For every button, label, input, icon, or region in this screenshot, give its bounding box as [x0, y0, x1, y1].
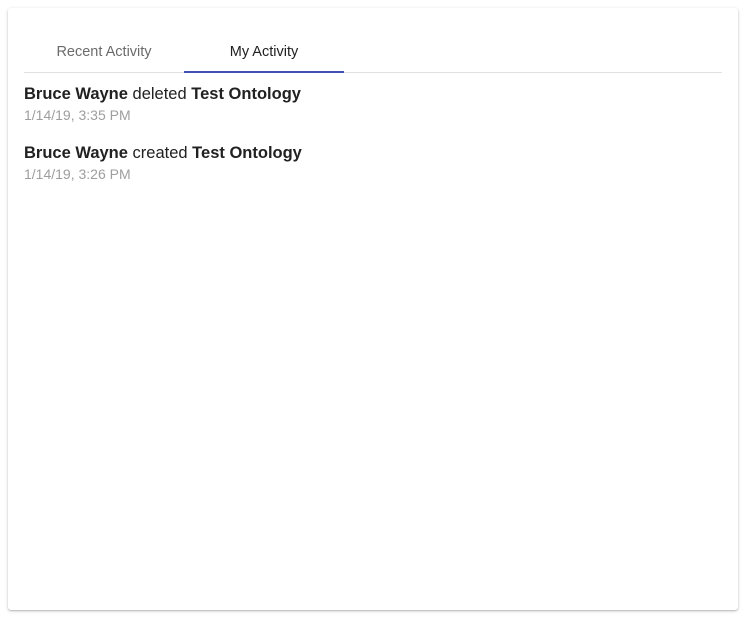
activity-action: deleted: [132, 85, 187, 103]
list-item: Bruce Wayne created Test Ontology 1/14/1…: [24, 141, 722, 200]
activity-tabs: Recent Activity My Activity: [24, 32, 722, 73]
tab-recent-activity[interactable]: Recent Activity: [24, 32, 184, 72]
activity-user: Bruce Wayne: [24, 144, 128, 162]
tab-my-activity[interactable]: My Activity: [184, 32, 344, 73]
activity-timestamp: 1/14/19, 3:26 PM: [24, 166, 131, 182]
activity-target: Test Ontology: [191, 85, 301, 103]
activity-action: created: [132, 144, 188, 162]
activity-timestamp: 1/14/19, 3:35 PM: [24, 107, 131, 123]
activity-list: Bruce Wayne deleted Test Ontology 1/14/1…: [24, 82, 722, 200]
activity-target: Test Ontology: [192, 144, 302, 162]
activity-card: Recent Activity My Activity Bruce Wayne …: [8, 8, 738, 610]
activity-user: Bruce Wayne: [24, 85, 128, 103]
activity-description: Bruce Wayne created Test Ontology: [24, 143, 722, 163]
activity-description: Bruce Wayne deleted Test Ontology: [24, 84, 722, 104]
list-item: Bruce Wayne deleted Test Ontology 1/14/1…: [24, 82, 722, 141]
